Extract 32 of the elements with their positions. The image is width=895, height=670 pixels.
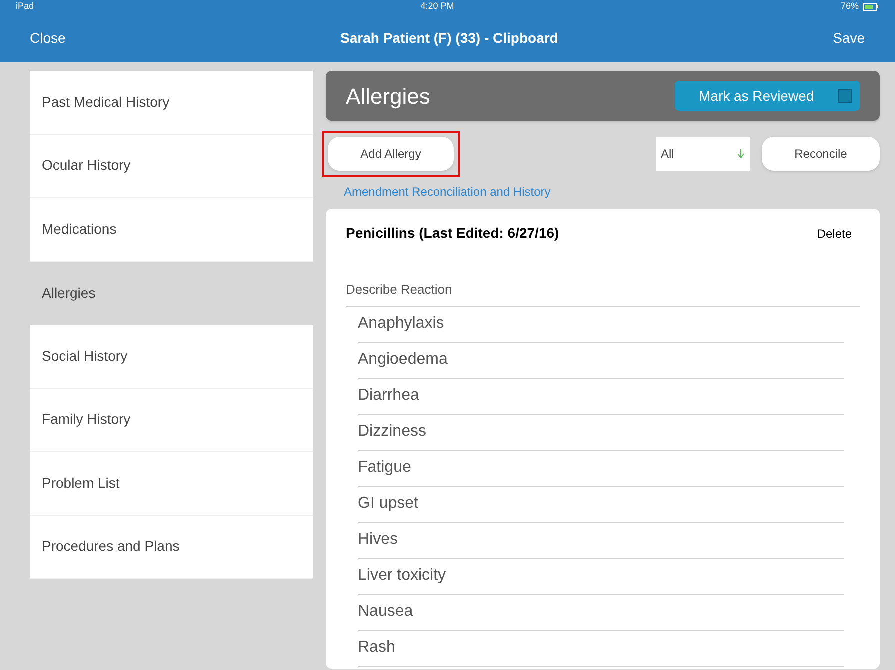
add-allergy-button[interactable]: Add Allergy <box>328 137 454 171</box>
sidebar-item[interactable]: Family History <box>30 388 313 452</box>
reaction-option[interactable]: GI upset <box>358 492 418 516</box>
battery-icon <box>863 3 879 11</box>
reaction-option[interactable]: Angioedema <box>358 348 448 372</box>
close-button[interactable]: Close <box>30 28 66 48</box>
reaction-option[interactable]: Rash <box>358 636 396 660</box>
down-arrow-icon <box>737 149 745 159</box>
reaction-option[interactable]: Hives <box>358 528 398 552</box>
reaction-option[interactable]: Fatigue <box>358 456 412 480</box>
save-button[interactable]: Save <box>833 28 865 48</box>
sidebar-item[interactable]: Ocular History <box>30 134 313 198</box>
reaction-option[interactable]: Diarrhea <box>358 384 420 408</box>
clock-time: 4:20 PM <box>420 0 454 14</box>
reaction-option[interactable]: Dizziness <box>358 420 426 444</box>
device-label: iPad <box>16 0 34 14</box>
allergy-title: Penicillins (Last Edited: 6/27/16) <box>346 224 560 243</box>
sidebar-item[interactable]: Problem List <box>30 452 313 516</box>
filter-dropdown[interactable]: All <box>656 137 750 171</box>
battery-percent: 76% <box>840 0 859 14</box>
sidebar-item[interactable]: Medications <box>30 198 313 262</box>
window-title: Sarah Patient (F) (33) - Clipboard <box>340 28 558 48</box>
sidebar-item[interactable]: Procedures and Plans <box>30 516 313 579</box>
reaction-option[interactable]: Anaphylaxis <box>358 312 444 336</box>
section-title: Allergies <box>346 82 430 111</box>
delete-button[interactable]: Delete <box>817 224 852 242</box>
reaction-option[interactable]: Liver toxicity <box>358 564 446 588</box>
sidebar-item[interactable]: Social History <box>30 325 313 388</box>
reconcile-button[interactable]: Reconcile <box>762 137 880 171</box>
reaction-option[interactable]: Nausea <box>358 600 414 624</box>
sidebar-item[interactable]: Past Medical History <box>30 71 313 134</box>
field-label: Describe Reaction <box>346 280 860 306</box>
